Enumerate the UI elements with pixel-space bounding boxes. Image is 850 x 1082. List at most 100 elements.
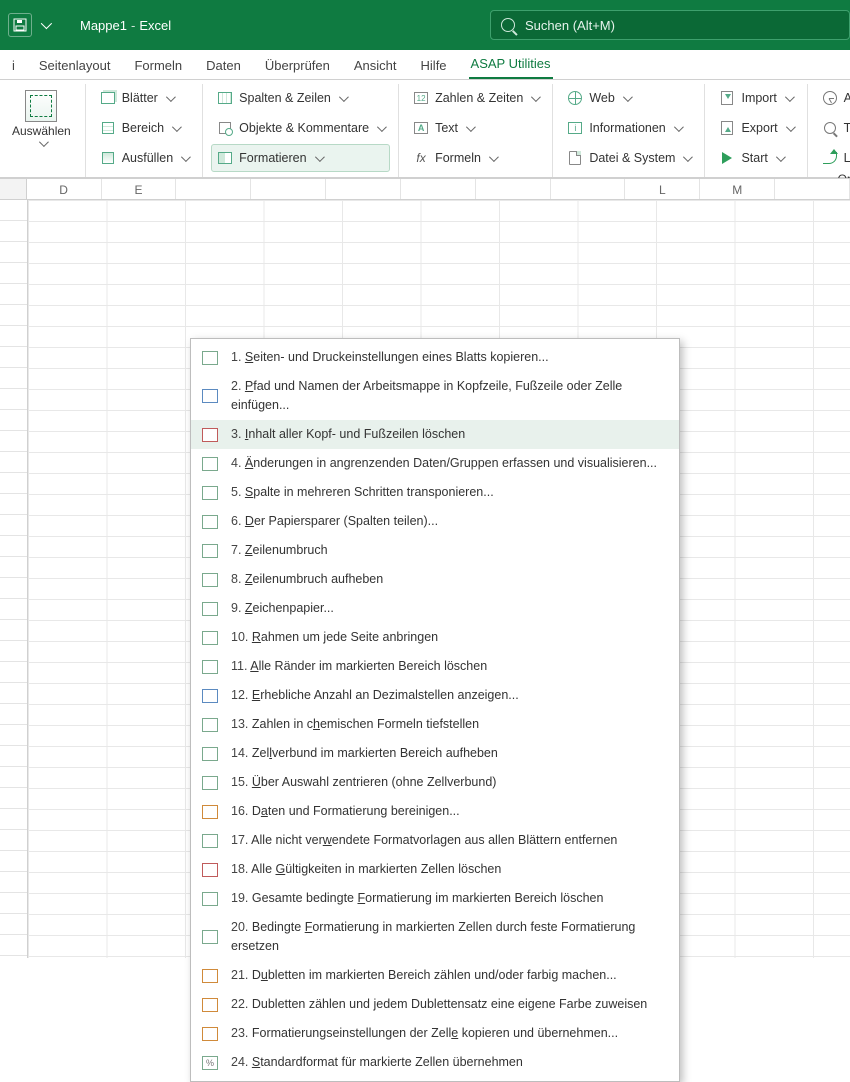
asap-options-button[interactable]: ASAP Utilities O <box>816 84 850 112</box>
row-header[interactable] <box>0 410 27 431</box>
row-header[interactable] <box>0 662 27 683</box>
col-header[interactable] <box>551 179 626 199</box>
menu-item-5[interactable]: 5. Spalte in mehreren Schritten transpon… <box>191 478 679 507</box>
row-header[interactable] <box>0 893 27 914</box>
save-button[interactable] <box>8 13 32 37</box>
col-header[interactable] <box>401 179 476 199</box>
row-header[interactable] <box>0 557 27 578</box>
format-button[interactable]: Formatieren <box>211 144 390 172</box>
row-header[interactable] <box>0 872 27 893</box>
menu-item-21[interactable]: 21. Dubletten im markierten Bereich zähl… <box>191 961 679 990</box>
tab-hilfe[interactable]: Hilfe <box>419 52 449 79</box>
col-header[interactable] <box>326 179 401 199</box>
text-button[interactable]: AText <box>407 114 544 142</box>
tab-0[interactable]: i <box>10 52 17 79</box>
select-button[interactable]: Auswählen <box>6 88 77 149</box>
menu-item-8[interactable]: 8. Zeilenumbruch aufheben <box>191 565 679 594</box>
search-box[interactable]: Suchen (Alt+M) <box>490 10 850 40</box>
menu-item-14[interactable]: 14. Zellverbund im markierten Bereich au… <box>191 739 679 768</box>
row-header[interactable] <box>0 788 27 809</box>
row-header[interactable] <box>0 389 27 410</box>
row-header[interactable] <box>0 200 27 221</box>
col-header[interactable] <box>251 179 326 199</box>
fill-button[interactable]: Ausfüllen <box>94 144 194 172</box>
col-header[interactable]: M <box>700 179 775 199</box>
row-header[interactable] <box>0 935 27 956</box>
menu-item-4[interactable]: 4. Änderungen in angrenzenden Daten/Grup… <box>191 449 679 478</box>
row-header[interactable] <box>0 599 27 620</box>
row-header[interactable] <box>0 704 27 725</box>
last-tool-button[interactable]: Letztes Tool ern <box>816 144 850 172</box>
numbers-button[interactable]: 12Zahlen & Zeiten <box>407 84 544 112</box>
row-header[interactable] <box>0 452 27 473</box>
filesys-button[interactable]: Datei & System <box>561 144 696 172</box>
import-button[interactable]: Import <box>713 84 798 112</box>
cols-rows-button[interactable]: Spalten & Zeilen <box>211 84 390 112</box>
find-tool-button[interactable]: Tool finden und <box>816 114 850 142</box>
col-header[interactable] <box>775 179 850 199</box>
start-button[interactable]: Start <box>713 144 798 172</box>
objects-button[interactable]: Objekte & Kommentare <box>211 114 390 142</box>
qat-more-button[interactable] <box>38 13 52 37</box>
menu-item-1[interactable]: 1. Seiten- und Druckeinstellungen eines … <box>191 343 679 372</box>
menu-item-11[interactable]: 11. Alle Ränder im markierten Bereich lö… <box>191 652 679 681</box>
menu-item-12[interactable]: 12. Erhebliche Anzahl an Dezimalstellen … <box>191 681 679 710</box>
row-header[interactable] <box>0 767 27 788</box>
menu-item-15[interactable]: 15. Über Auswahl zentrieren (ohne Zellve… <box>191 768 679 797</box>
row-header[interactable] <box>0 473 27 494</box>
menu-item-13[interactable]: 13. Zahlen in chemischen Formeln tiefste… <box>191 710 679 739</box>
row-header[interactable] <box>0 620 27 641</box>
export-button[interactable]: Export <box>713 114 798 142</box>
col-header[interactable]: D <box>27 179 102 199</box>
info-button[interactable]: iInformationen <box>561 114 696 142</box>
menu-item-24[interactable]: 24. Standardformat für markierte Zellen … <box>191 1048 679 1077</box>
menu-item-18[interactable]: 18. Alle Gültigkeiten in markierten Zell… <box>191 855 679 884</box>
menu-item-10[interactable]: 10. Rahmen um jede Seite anbringen <box>191 623 679 652</box>
tab-seitenlayout[interactable]: Seitenlayout <box>37 52 113 79</box>
menu-item-23[interactable]: 23. Formatierungseinstellungen der Zelle… <box>191 1019 679 1048</box>
row-header[interactable] <box>0 851 27 872</box>
tab-daten[interactable]: Daten <box>204 52 243 79</box>
row-header[interactable] <box>0 914 27 935</box>
menu-item-3[interactable]: 3. Inhalt aller Kopf- und Fußzeilen lösc… <box>191 420 679 449</box>
row-header[interactable] <box>0 725 27 746</box>
row-header[interactable] <box>0 515 27 536</box>
menu-item-6[interactable]: 6. Der Papiersparer (Spalten teilen)... <box>191 507 679 536</box>
row-header[interactable] <box>0 347 27 368</box>
row-header[interactable] <box>0 494 27 515</box>
col-header[interactable]: E <box>102 179 177 199</box>
menu-item-16[interactable]: 16. Daten und Formatierung bereinigen... <box>191 797 679 826</box>
menu-item-7[interactable]: 7. Zeilenumbruch <box>191 536 679 565</box>
tab-ueberpruefen[interactable]: Überprüfen <box>263 52 332 79</box>
row-header[interactable] <box>0 683 27 704</box>
col-header[interactable] <box>176 179 251 199</box>
row-header[interactable] <box>0 368 27 389</box>
col-header[interactable] <box>476 179 551 199</box>
menu-item-17[interactable]: 17. Alle nicht verwendete Formatvorlagen… <box>191 826 679 855</box>
tab-ansicht[interactable]: Ansicht <box>352 52 399 79</box>
row-header[interactable] <box>0 641 27 662</box>
row-header[interactable] <box>0 305 27 326</box>
menu-item-20[interactable]: 20. Bedingte Formatierung in markierten … <box>191 913 679 961</box>
row-header[interactable] <box>0 326 27 347</box>
select-all-corner[interactable] <box>0 179 27 199</box>
row-header[interactable] <box>0 746 27 767</box>
col-header[interactable]: L <box>625 179 700 199</box>
row-header[interactable] <box>0 242 27 263</box>
row-header[interactable] <box>0 830 27 851</box>
menu-item-19[interactable]: 19. Gesamte bedingte Formatierung im mar… <box>191 884 679 913</box>
row-header[interactable] <box>0 809 27 830</box>
formulas-button[interactable]: fxFormeln <box>407 144 544 172</box>
row-header[interactable] <box>0 263 27 284</box>
menu-item-9[interactable]: 9. Zeichenpapier... <box>191 594 679 623</box>
web-button[interactable]: Web <box>561 84 696 112</box>
row-header[interactable] <box>0 221 27 242</box>
menu-item-2[interactable]: 2. Pfad und Namen der Arbeitsmappe in Ko… <box>191 372 679 420</box>
row-header[interactable] <box>0 431 27 452</box>
row-header[interactable] <box>0 536 27 557</box>
menu-item-22[interactable]: 22. Dubletten zählen und jedem Dubletten… <box>191 990 679 1019</box>
tab-formeln[interactable]: Formeln <box>132 52 184 79</box>
tab-asap-utilities[interactable]: ASAP Utilities <box>469 50 553 79</box>
row-header[interactable] <box>0 578 27 599</box>
range-button[interactable]: Bereich <box>94 114 194 142</box>
